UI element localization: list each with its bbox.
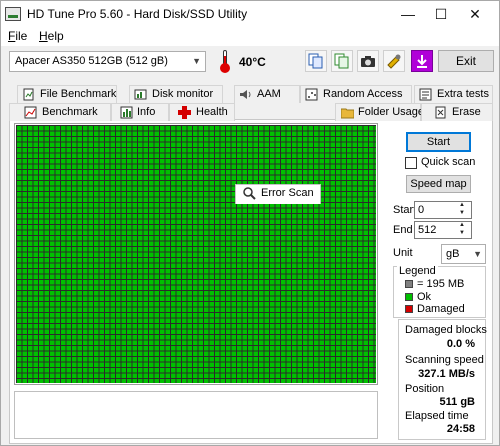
benchmark-icon bbox=[24, 106, 37, 119]
save-icon bbox=[417, 55, 427, 68]
tab-benchmark-label: Benchmark bbox=[42, 106, 98, 118]
end-spinner[interactable]: ▲ ▼ bbox=[457, 222, 470, 238]
disk-monitor-icon bbox=[134, 89, 147, 100]
ok-swatch bbox=[405, 293, 413, 301]
maximize-button[interactable]: ☐ bbox=[425, 1, 457, 27]
drive-select[interactable]: Apacer AS350 512GB (512 gB) ▼ bbox=[9, 51, 206, 72]
speed-map-button[interactable]: Speed map bbox=[406, 175, 471, 193]
scan-map-frame bbox=[14, 123, 378, 385]
tab-random-access[interactable]: Random Access bbox=[300, 85, 412, 103]
title-bar: HD Tune Pro 5.60 - Hard Disk/SSD Utility… bbox=[1, 1, 499, 27]
tab-erase-label: Erase bbox=[452, 106, 481, 118]
menu-help[interactable]: Help bbox=[39, 29, 64, 43]
chevron-down-icon: ▼ bbox=[473, 249, 482, 259]
minimize-button[interactable]: — bbox=[392, 1, 424, 27]
elapsed-time-label: Elapsed time bbox=[405, 410, 469, 422]
tab-extra-tests-label: Extra tests bbox=[437, 88, 489, 100]
quick-scan-checkbox[interactable] bbox=[405, 157, 417, 169]
tab-folder-usage[interactable]: Folder Usage bbox=[335, 103, 425, 121]
thermometer-icon bbox=[219, 49, 231, 73]
damaged-swatch bbox=[405, 305, 413, 313]
legend-damaged-label: Damaged bbox=[417, 303, 465, 315]
tab-health-label: Health bbox=[196, 106, 228, 118]
quick-scan-label: Quick scan bbox=[421, 156, 476, 168]
toolbar: Apacer AS350 512GB (512 gB) ▼ 40°C Exit bbox=[1, 46, 499, 80]
legend-title: Legend bbox=[397, 265, 438, 277]
temperature-value: 40 bbox=[239, 55, 253, 69]
save-button[interactable] bbox=[411, 50, 433, 72]
spin-down-icon: ▼ bbox=[459, 210, 465, 216]
options-button[interactable] bbox=[383, 50, 405, 72]
tab-file-benchmark-label: File Benchmark bbox=[40, 88, 117, 100]
speaker-icon bbox=[240, 90, 251, 99]
position-label: Position bbox=[405, 383, 445, 395]
tab-info-label: Info bbox=[137, 106, 156, 118]
tab-erase[interactable]: Erase bbox=[421, 103, 493, 121]
scanning-speed-value: 327.1 MB/s bbox=[418, 368, 475, 380]
unit-select-value: gB bbox=[446, 248, 460, 260]
chevron-down-icon: ▼ bbox=[192, 56, 201, 66]
temperature-unit: °C bbox=[252, 55, 266, 69]
block-swatch bbox=[405, 280, 413, 288]
unit-select[interactable]: gB ▼ bbox=[441, 244, 486, 264]
damaged-blocks-value: 0.0 % bbox=[446, 338, 475, 350]
tab-folder-usage-label: Folder Usage bbox=[358, 106, 425, 118]
extra-tests-icon bbox=[419, 88, 432, 101]
random-access-icon bbox=[305, 88, 318, 101]
tab-aam-label: AAM bbox=[257, 88, 281, 100]
tab-extra-tests[interactable]: Extra tests bbox=[414, 85, 493, 103]
tab-disk-monitor[interactable]: Disk monitor bbox=[129, 85, 223, 103]
screenshot-button[interactable] bbox=[357, 50, 379, 72]
copy-text-icon bbox=[334, 53, 349, 69]
unit-label: Unit bbox=[393, 247, 413, 259]
spin-up-icon: ▲ bbox=[459, 222, 465, 228]
tab-aam[interactable]: AAM bbox=[234, 85, 300, 103]
file-benchmark-icon bbox=[23, 88, 34, 101]
tab-error-scan-label: Error Scan bbox=[261, 187, 314, 199]
elapsed-time-value: 24:58 bbox=[446, 423, 475, 435]
exit-button[interactable]: Exit bbox=[438, 50, 494, 72]
copy-info-icon bbox=[308, 53, 323, 69]
scan-block-map bbox=[16, 125, 376, 383]
end-field-label: End bbox=[393, 224, 413, 236]
error-scan-icon bbox=[243, 187, 256, 200]
tab-info[interactable]: Info bbox=[111, 103, 169, 121]
tab-strip: File Benchmark Disk monitor AAM Random A… bbox=[9, 85, 493, 204]
position-value: 511 gB bbox=[439, 396, 475, 408]
legend-ok-label: Ok bbox=[417, 291, 432, 303]
tab-random-access-label: Random Access bbox=[323, 88, 403, 100]
camera-icon bbox=[361, 56, 375, 67]
legend-block-size-label: = 195 MB bbox=[417, 278, 465, 290]
spin-up-icon: ▲ bbox=[459, 202, 465, 208]
menu-bar: File Help bbox=[1, 27, 499, 46]
temperature-readout: 40°C bbox=[239, 55, 266, 69]
start-button[interactable]: Start bbox=[406, 132, 471, 152]
health-cross-icon bbox=[178, 106, 191, 119]
window-title: HD Tune Pro 5.60 - Hard Disk/SSD Utility bbox=[27, 7, 248, 21]
copy-info-button[interactable] bbox=[305, 50, 327, 72]
erase-icon bbox=[435, 106, 446, 119]
tab-health[interactable]: Health bbox=[169, 103, 235, 121]
info-icon bbox=[120, 106, 133, 119]
scanning-speed-label: Scanning speed bbox=[405, 354, 484, 366]
folder-icon bbox=[341, 108, 354, 119]
hd-tune-app-icon bbox=[5, 7, 21, 21]
options-icon bbox=[387, 54, 401, 69]
menu-file[interactable]: File bbox=[8, 29, 27, 43]
drive-select-value: Apacer AS350 512GB (512 gB) bbox=[15, 55, 168, 67]
copy-text-button[interactable] bbox=[331, 50, 353, 72]
start-spinner[interactable]: ▲ ▼ bbox=[457, 202, 470, 218]
start-field-label: Start bbox=[393, 204, 417, 216]
damaged-blocks-label: Damaged blocks bbox=[405, 324, 487, 336]
tab-file-benchmark[interactable]: File Benchmark bbox=[17, 85, 117, 103]
spin-down-icon: ▼ bbox=[459, 230, 465, 236]
tab-benchmark[interactable]: Benchmark bbox=[9, 103, 111, 121]
app-window: HD Tune Pro 5.60 - Hard Disk/SSD Utility… bbox=[0, 0, 500, 446]
close-button[interactable]: ✕ bbox=[459, 1, 491, 27]
tab-error-scan[interactable]: Error Scan bbox=[235, 184, 321, 204]
scan-log-box bbox=[14, 391, 378, 439]
tab-disk-monitor-label: Disk monitor bbox=[152, 88, 214, 100]
